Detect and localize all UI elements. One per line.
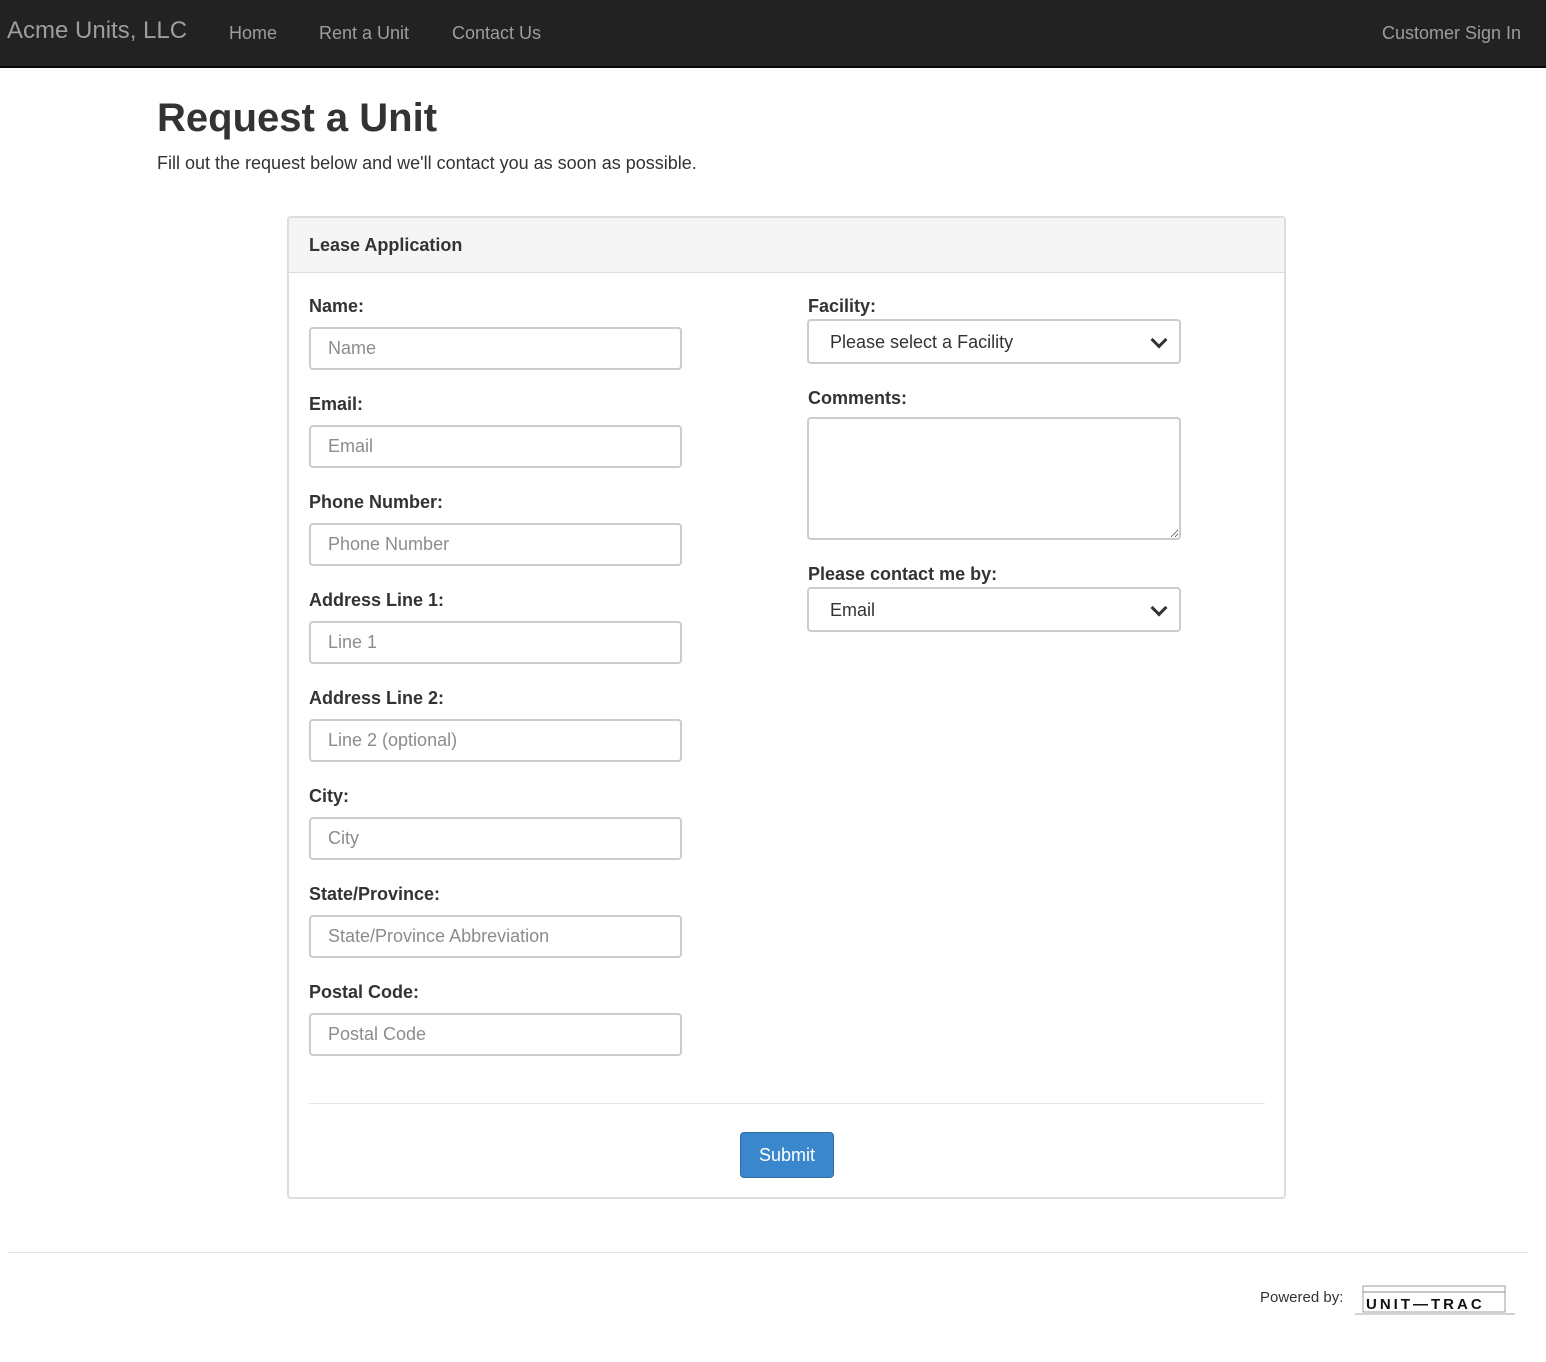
facility-select[interactable]: Please select a Facility: [807, 319, 1181, 364]
address-line-1-input[interactable]: [309, 621, 682, 664]
address-line-2-label: Address Line 2:: [309, 688, 445, 708]
page-title: Request a Unit: [157, 96, 438, 140]
phone-number-input[interactable]: [309, 523, 682, 566]
contact-method-label: Please contact me by:: [808, 564, 998, 584]
city-input[interactable]: [309, 817, 682, 860]
panel-title: Lease Application: [289, 218, 1284, 273]
lease-application-panel: Lease Application Name: Name Email: Emai…: [287, 216, 1286, 1199]
address-line-2-input[interactable]: [309, 719, 682, 762]
phone-number-field: Phone Number: [309, 523, 682, 566]
nav-rent-a-unit[interactable]: Rent a Unit: [319, 23, 409, 44]
unit-trac-logo: UNIT—TRAC: [1355, 1285, 1515, 1315]
divider: [309, 1103, 1265, 1104]
address-line-1-label: Address Line 1:: [309, 590, 445, 610]
nav-home[interactable]: Home: [229, 23, 277, 44]
comments-textarea[interactable]: [807, 417, 1181, 540]
nav-contact-us[interactable]: Contact Us: [452, 23, 541, 44]
comments-label: Comments:: [808, 388, 908, 408]
state-province-input[interactable]: [309, 915, 682, 958]
submit-button[interactable]: Submit: [740, 1132, 834, 1178]
city-field: City: [309, 817, 682, 860]
contact-method-value: Email: [830, 600, 876, 620]
footer-divider: [8, 1252, 1528, 1253]
chevron-down-icon: [1150, 331, 1168, 349]
facility-value: Please select a Facility: [830, 332, 1014, 352]
name-field: Name: [309, 327, 682, 370]
powered-by-label: Powered by:: [1260, 1289, 1344, 1306]
city-label: City:: [309, 786, 349, 806]
contact-method-select[interactable]: Email: [807, 587, 1181, 632]
page-subtitle: Fill out the request below and we'll con…: [157, 153, 697, 173]
address-line-1-field: Line 1: [309, 621, 682, 664]
email-field: Email: [309, 425, 682, 468]
email-label: Email:: [309, 394, 364, 414]
navbar: Acme Units, LLC Home Rent a Unit Contact…: [0, 0, 1546, 68]
svg-text:UNIT—TRAC: UNIT—TRAC: [1366, 1296, 1485, 1313]
postal-code-input[interactable]: [309, 1013, 682, 1056]
name-label: Name:: [309, 296, 365, 316]
postal-code-field: Postal Code: [309, 1013, 682, 1056]
email-input[interactable]: [309, 425, 682, 468]
phone-number-label: Phone Number:: [309, 492, 444, 512]
state-province-field: State/Province Abbreviation: [309, 915, 682, 958]
brand-link[interactable]: Acme Units, LLC: [7, 17, 187, 45]
facility-label: Facility:: [808, 296, 877, 316]
state-province-label: State/Province:: [309, 884, 441, 904]
chevron-down-icon: [1150, 599, 1168, 617]
nav-customer-sign-in[interactable]: Customer Sign In: [1382, 23, 1521, 44]
postal-code-label: Postal Code:: [309, 982, 420, 1002]
address-line-2-field: Line 2 (optional): [309, 719, 682, 762]
name-input[interactable]: [309, 327, 682, 370]
